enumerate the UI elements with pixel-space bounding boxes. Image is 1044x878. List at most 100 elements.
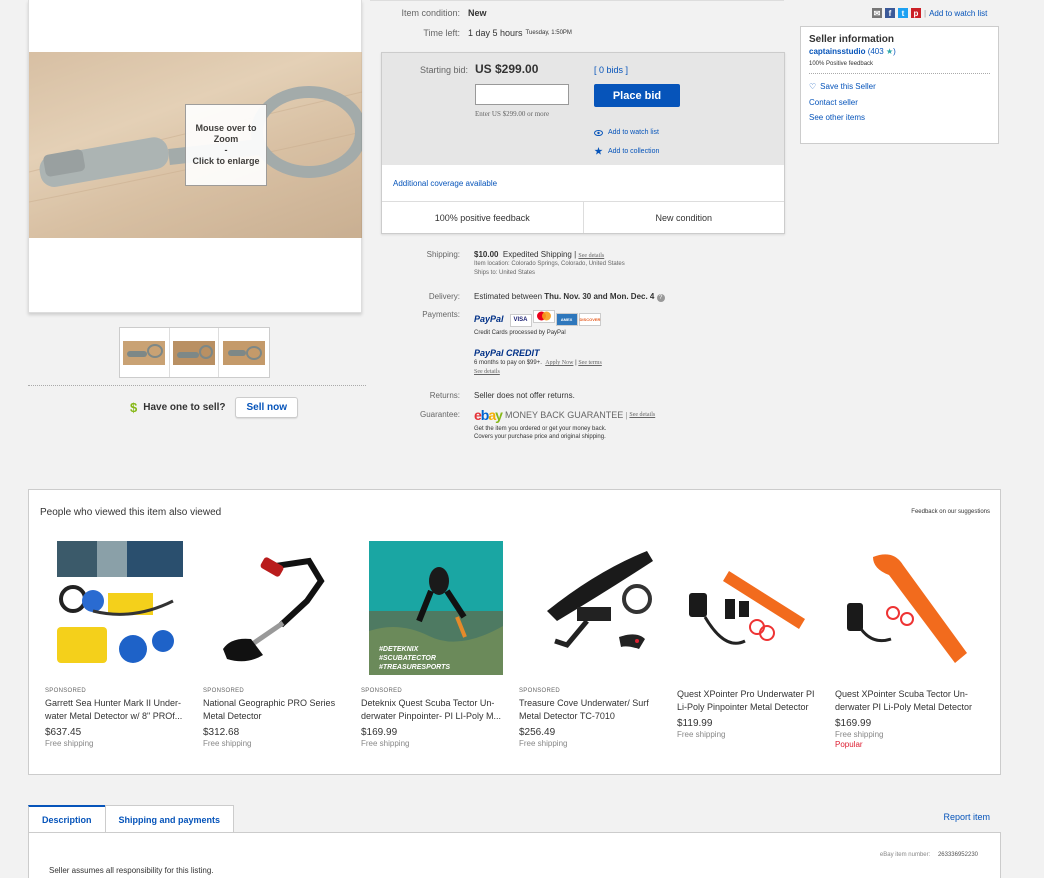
seller-name-link[interactable]: captainsstudio xyxy=(809,47,865,56)
overlay-hashtag: #TREASURESPORTS xyxy=(379,664,450,671)
bid-amount-input[interactable] xyxy=(475,84,569,105)
carousel-item[interactable]: Quest XPointer Scuba Tector Un-derwater … xyxy=(835,541,993,749)
thumbnail-strip xyxy=(119,327,270,378)
thumbnail-image xyxy=(123,340,166,365)
facebook-icon[interactable]: f xyxy=(885,8,895,18)
apply-now-link[interactable]: Apply Now xyxy=(545,360,573,366)
carousel-item[interactable]: SPONSORED Treasure Cove Underwater/ Surf… xyxy=(519,541,677,749)
responsibility-note: Seller assumes all responsibility for th… xyxy=(49,866,214,875)
help-icon[interactable]: ? xyxy=(656,294,665,302)
product-title[interactable]: Treasure Cove Underwater/ Surf Metal Det… xyxy=(519,697,667,723)
product-image[interactable] xyxy=(685,541,819,675)
item-number-row: eBay item number: 263336952230 xyxy=(880,852,978,858)
starting-bid-price: US $299.00 xyxy=(475,62,539,76)
item-location: Item location: Colorado Springs, Colorad… xyxy=(474,261,625,267)
delivery-dates: Thu. Nov. 30 and Mon. Dec. 4 xyxy=(544,292,655,301)
save-seller-link[interactable]: ♡ Save this Seller xyxy=(809,79,990,95)
product-price: $119.99 xyxy=(677,718,713,729)
email-icon[interactable]: ✉ xyxy=(872,8,882,18)
paypal-logo: PayPal xyxy=(474,313,504,324)
additional-coverage-link[interactable]: Additional coverage available xyxy=(393,179,497,188)
shipping-price: $10.00 xyxy=(474,250,499,259)
treasure-cove-image xyxy=(527,541,661,675)
sponsored-label: SPONSORED xyxy=(519,688,561,694)
shipping-see-details-link[interactable]: See details xyxy=(578,253,604,259)
sponsored-label: SPONSORED xyxy=(45,688,87,694)
twitter-icon[interactable]: t xyxy=(898,8,908,18)
feedback-score[interactable]: (403 xyxy=(868,47,884,56)
carousel-item[interactable]: Quest XPointer Pro Underwater PI Li-Poly… xyxy=(677,541,835,749)
add-to-collection-link[interactable]: Add to collection xyxy=(594,147,659,155)
new-condition-badge: New condition xyxy=(655,212,713,223)
cards-note: Credit Cards processed by PayPal xyxy=(474,330,566,336)
thumbnail-image xyxy=(173,340,215,365)
share-bar: ✉ f t p | Add to watch list xyxy=(872,8,987,18)
star-icon xyxy=(594,147,603,155)
zoom-overlay[interactable]: Mouse over to Zoom - Click to enlarge xyxy=(185,104,267,186)
description-tabs: Description Shipping and payments xyxy=(28,805,235,833)
carousel-item[interactable]: #DETEKNIX #SCUBATECTOR #TREASURESPORTS S… xyxy=(361,541,519,749)
thumbnail-image xyxy=(223,340,266,365)
thumbnail-1[interactable] xyxy=(120,328,170,377)
tab-shipping-payments[interactable]: Shipping and payments xyxy=(104,805,235,833)
add-to-watch-list-link[interactable]: Add to watch list xyxy=(594,129,659,136)
carousel-title: People who viewed this item also viewed xyxy=(40,507,222,518)
see-other-items-link[interactable]: See other items xyxy=(809,111,990,125)
product-image[interactable] xyxy=(211,541,345,675)
item-condition-row: Item condition: New xyxy=(370,8,790,18)
bid-footer: 100% positive feedback New condition xyxy=(382,201,784,233)
also-viewed-carousel: People who viewed this item also viewed … xyxy=(28,489,1001,775)
product-image[interactable]: #DETEKNIX #SCUBATECTOR #TREASURESPORTS xyxy=(369,541,503,675)
scuba-diver-image: #DETEKNIX #SCUBATECTOR #TREASURESPORTS xyxy=(369,541,503,675)
product-image[interactable] xyxy=(843,541,977,675)
product-image[interactable] xyxy=(527,541,661,675)
product-title[interactable]: Quest XPointer Scuba Tector Un-derwater … xyxy=(835,688,983,714)
amex-icon: AMEX xyxy=(555,313,578,326)
product-title[interactable]: Garrett Sea Hunter Mark II Under-water M… xyxy=(45,697,193,723)
top-watch-list-link[interactable]: Add to watch list xyxy=(929,9,987,18)
delivery-prefix: Estimated between xyxy=(474,292,543,301)
product-title[interactable]: Quest XPointer Pro Underwater PI Li-Poly… xyxy=(677,688,825,714)
product-image[interactable] xyxy=(53,541,187,675)
dollar-icon: $ xyxy=(130,400,138,415)
contact-seller-link[interactable]: Contact seller xyxy=(809,95,990,111)
returns-label: Returns: xyxy=(429,391,460,400)
thumbnail-2[interactable] xyxy=(170,328,220,377)
sponsored-label: SPONSORED xyxy=(361,688,403,694)
eye-icon xyxy=(594,129,603,136)
report-item-link[interactable]: Report item xyxy=(943,812,990,822)
sell-now-button[interactable]: Sell now xyxy=(235,397,299,418)
paypal-credit-row: 6 months to pay on $99+. Apply Now | See… xyxy=(474,360,602,366)
divider xyxy=(28,385,366,386)
ships-to: Ships to: United States xyxy=(474,270,536,276)
seller-name-row: captainsstudio (403 ★) xyxy=(809,47,990,56)
see-terms-link[interactable]: See terms xyxy=(578,360,602,366)
pinterest-icon[interactable]: p xyxy=(911,8,921,18)
place-bid-button[interactable]: Place bid xyxy=(594,84,680,107)
feedback-score-end: ) xyxy=(893,47,896,56)
bid-hint: Enter US $299.00 or more xyxy=(475,110,550,118)
suggestions-feedback-link[interactable]: Feedback on our suggestions xyxy=(911,509,990,515)
sell-promo: $ Have one to sell? Sell now xyxy=(130,397,299,418)
discover-icon: DISCOVER xyxy=(578,313,601,326)
tab-description[interactable]: Description xyxy=(28,805,106,833)
guarantee-line-1: Get the item you ordered or get your mon… xyxy=(474,426,607,432)
time-detail: Tuesday, 1:50PM xyxy=(525,30,572,36)
product-price: $637.45 xyxy=(45,727,82,738)
separator: | xyxy=(924,8,927,18)
guarantee-see-details-link[interactable]: See details xyxy=(629,412,655,418)
money-back-guarantee: MONEY BACK GUARANTEE xyxy=(504,410,624,420)
product-title[interactable]: National Geographic PRO Series Metal Det… xyxy=(203,697,351,723)
carousel-item[interactable]: SPONSORED Garrett Sea Hunter Mark II Und… xyxy=(45,541,203,749)
thumbnail-3[interactable] xyxy=(219,328,269,377)
product-shipping: Free shipping xyxy=(519,739,568,748)
credit-see-details-link[interactable]: See details xyxy=(474,369,602,375)
product-title[interactable]: Deteknix Quest Scuba Tector Un-derwater … xyxy=(361,697,509,723)
carousel-item[interactable]: SPONSORED National Geographic PRO Series… xyxy=(203,541,361,749)
item-number-label: eBay item number: xyxy=(879,852,931,858)
zoom-dash: - xyxy=(224,145,228,155)
shipping-type: Expedited Shipping xyxy=(502,250,572,259)
bids-count-link[interactable]: [ 0 bids ] xyxy=(594,65,628,75)
product-price: $169.99 xyxy=(361,727,398,738)
seller-info-panel: Seller information captainsstudio (403 ★… xyxy=(800,26,999,144)
